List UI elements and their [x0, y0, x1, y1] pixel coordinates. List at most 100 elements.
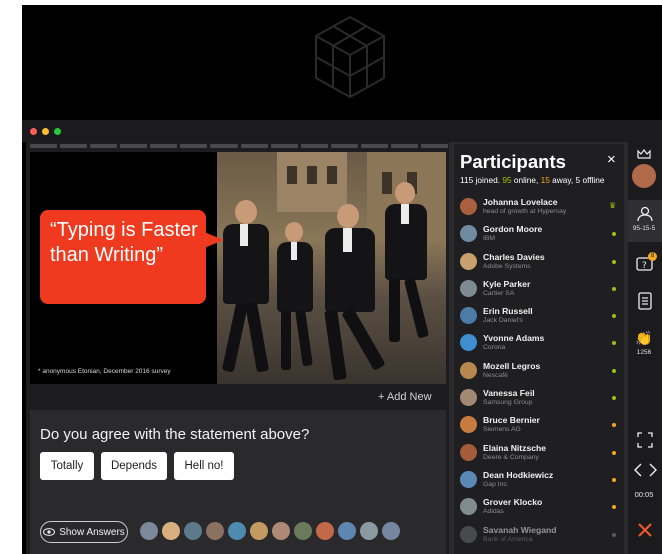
participant-row[interactable]: Savanah Wiegand Bank of America — [454, 521, 624, 548]
participant-name: Dean Hodkiewicz — [483, 469, 554, 480]
participant-name: Johanna Lovelace — [483, 197, 558, 207]
progress-segment[interactable] — [60, 144, 88, 148]
participants-panel: Participants × 115 joined. 95 online, 15… — [454, 144, 624, 554]
poll-option-depends[interactable]: Depends — [101, 452, 167, 480]
progress-segment[interactable] — [360, 144, 388, 148]
zoom-window-button[interactable] — [54, 128, 61, 135]
previous-slide-icon[interactable] — [633, 462, 643, 478]
progress-segment[interactable] — [180, 144, 208, 148]
respondent-avatar — [162, 522, 180, 540]
clap-icon[interactable]: 👏 — [630, 330, 658, 347]
online-count: 95 — [502, 175, 512, 185]
respondent-avatar — [228, 522, 246, 540]
respondent-avatar — [250, 522, 268, 540]
participant-row[interactable]: Bruce Bernier Siemens AG — [454, 411, 624, 438]
presentation-app: “Typing is Faster than Writing” * anonym… — [26, 142, 662, 554]
status-dot — [612, 505, 616, 510]
progress-segment[interactable] — [270, 144, 298, 148]
participant-company: Jack Daniel's — [483, 317, 523, 325]
end-session-icon[interactable] — [637, 522, 653, 538]
next-slide-icon[interactable] — [648, 462, 658, 478]
participant-company: head of growth at Hypersay — [483, 208, 567, 215]
progress-segment[interactable] — [120, 144, 148, 148]
participant-row[interactable]: Mozell Legros Nescafé — [454, 357, 624, 384]
slide-footnote: * anonymous Etonian, December 2016 surve… — [38, 368, 171, 375]
avatar — [460, 416, 477, 434]
participant-row[interactable]: Kyle Parker Cartier SA — [454, 275, 624, 302]
people-icon — [637, 206, 653, 222]
slide-progress[interactable] — [30, 144, 449, 148]
side-toolbar: 95-15-5 ? 8 👏 1256 00:05 — [628, 142, 662, 554]
participant-name: Vanessa Feil — [483, 388, 535, 399]
participants-title: Participants — [460, 151, 566, 172]
svg-text:?: ? — [642, 261, 647, 271]
status-dot — [612, 286, 616, 291]
participant-company: Deere & Company — [483, 453, 539, 461]
respondent-avatar — [316, 522, 334, 540]
avatar — [460, 334, 477, 352]
avatar — [460, 361, 477, 379]
respondent-avatar — [140, 522, 158, 540]
progress-segment[interactable] — [300, 144, 328, 148]
status-dot — [612, 532, 616, 537]
crown-icon[interactable] — [630, 148, 658, 160]
poll-option-hell-no[interactable]: Hell no! — [174, 452, 234, 480]
participant-company: Gap Inc. — [483, 480, 509, 488]
participant-row[interactable]: Grover Klocko Adidas — [454, 493, 624, 520]
participant-company: Corona — [483, 344, 506, 352]
status-dot — [612, 232, 616, 237]
offline-count: 5 offline — [575, 175, 605, 185]
participant-company: Adobe Systems — [483, 262, 531, 270]
avatar — [460, 498, 477, 516]
participant-row[interactable]: Vanessa Feil Samsung Group — [454, 384, 624, 411]
questions-button[interactable]: ? 8 — [635, 252, 657, 275]
participants-stats: 115 joined. 95 online, 15 away, 5 offlin… — [460, 175, 604, 185]
show-answers-label: Show Answers — [59, 526, 125, 538]
progress-segment[interactable] — [330, 144, 358, 148]
participant-row[interactable]: Charles Davies Adobe Systems — [454, 248, 624, 275]
respondent-avatar — [382, 522, 400, 540]
participant-row[interactable]: Dean Hodkiewicz Gap Inc. — [454, 466, 624, 493]
slide-quote: “Typing is Faster than Writing” — [50, 219, 198, 266]
participant-row[interactable]: Yvonne Adams Corona — [454, 329, 624, 356]
participant-company: Adidas — [483, 508, 504, 516]
add-new-button[interactable]: + Add New — [378, 391, 432, 403]
close-panel-button[interactable]: × — [607, 151, 616, 168]
participant-company: Nescafé — [483, 371, 508, 379]
session-timer: 00:05 — [634, 490, 654, 499]
host-crown-icon: ♛ — [609, 201, 617, 210]
participants-count: 95-15-5 — [632, 225, 656, 232]
document-icon[interactable] — [637, 292, 653, 310]
progress-segment[interactable] — [390, 144, 419, 148]
participant-row[interactable]: Elaina Nitzsche Deere & Company — [454, 439, 624, 466]
participant-row[interactable]: Johanna Lovelace head of growth at Hypers… — [454, 193, 624, 220]
participants-tab[interactable]: 95-15-5 — [628, 200, 662, 242]
show-answers-button[interactable]: Show Answers — [40, 521, 128, 543]
participant-name: Grover Klocko — [483, 497, 543, 508]
questions-badge: 8 — [648, 252, 657, 261]
status-dot — [612, 368, 616, 373]
minimize-window-button[interactable] — [42, 128, 49, 135]
participant-row[interactable]: Gordon Moore IBM — [454, 220, 624, 247]
close-window-button[interactable] — [30, 128, 37, 135]
progress-segment[interactable] — [90, 144, 118, 148]
progress-segment[interactable] — [421, 144, 449, 148]
progress-segment[interactable] — [30, 144, 58, 148]
participant-company: Siemens AG — [483, 426, 521, 434]
status-dot — [612, 477, 616, 482]
poll-question: Do you agree with the statement above? — [40, 426, 310, 443]
presenter-avatar[interactable] — [632, 164, 656, 188]
respondent-avatars — [140, 522, 400, 540]
fullscreen-icon[interactable] — [637, 432, 653, 448]
away-label: away, — [552, 175, 574, 185]
progress-segment[interactable] — [240, 144, 268, 148]
participant-name: Elaina Nitzsche — [483, 442, 547, 453]
poll-option-totally[interactable]: Totally — [40, 452, 94, 480]
joined-label: joined. — [475, 175, 500, 185]
hypersay-logo — [315, 15, 385, 99]
progress-segment[interactable] — [210, 144, 238, 148]
participant-row[interactable]: Erin Russell Jack Daniel's — [454, 302, 624, 329]
progress-segment[interactable] — [150, 144, 178, 148]
respondent-avatar — [294, 522, 312, 540]
participant-name: Bruce Bernier — [483, 415, 540, 426]
